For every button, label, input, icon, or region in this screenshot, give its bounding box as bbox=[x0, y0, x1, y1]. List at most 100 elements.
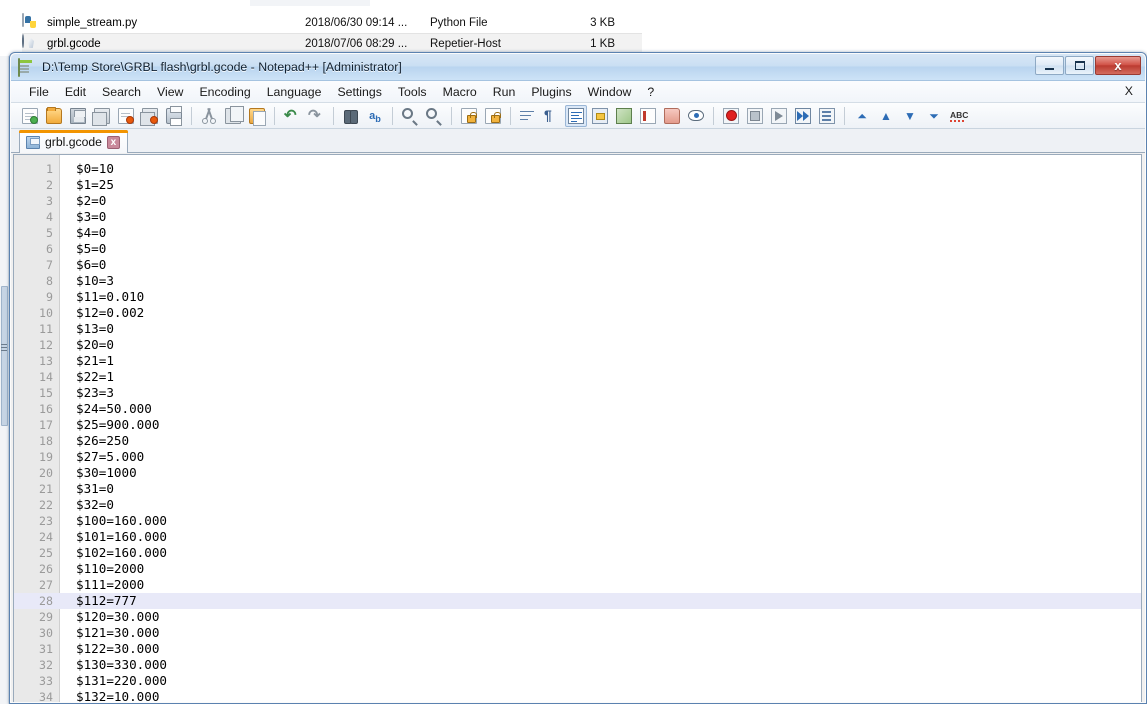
sync-vertical-scroll-icon[interactable] bbox=[458, 105, 480, 127]
show-all-characters-icon[interactable]: ¶ bbox=[541, 105, 563, 127]
zoom-in-icon[interactable] bbox=[399, 105, 421, 127]
folder-as-workspace-icon[interactable] bbox=[661, 105, 683, 127]
menu-item-edit[interactable]: Edit bbox=[57, 83, 94, 101]
new-file-icon[interactable] bbox=[19, 105, 41, 127]
close-file-icon[interactable] bbox=[115, 105, 137, 127]
indent-guide-icon[interactable] bbox=[565, 104, 587, 127]
function-list-icon[interactable] bbox=[637, 105, 659, 127]
run-multiple-times-icon[interactable] bbox=[792, 105, 814, 127]
background-window-scrollbar[interactable] bbox=[0, 56, 9, 704]
code-line[interactable]: 12 $20=0 bbox=[14, 337, 1141, 353]
menu-item-run[interactable]: Run bbox=[485, 83, 524, 101]
save-all-icon[interactable] bbox=[91, 105, 113, 127]
list-item[interactable]: simple_stream.py 2018/06/30 09:14 ... Py… bbox=[22, 12, 642, 33]
code-line[interactable]: 6 $5=0 bbox=[14, 241, 1141, 257]
user-defined-language-icon[interactable] bbox=[589, 105, 611, 127]
menu-item-language[interactable]: Language bbox=[259, 83, 330, 101]
save-icon[interactable] bbox=[67, 105, 89, 127]
word-wrap-icon[interactable] bbox=[517, 105, 539, 127]
code-line[interactable]: 13 $21=1 bbox=[14, 353, 1141, 369]
collapse-level-icon[interactable]: ▲ bbox=[875, 105, 897, 127]
menu-item-view[interactable]: View bbox=[149, 83, 191, 101]
code-line[interactable]: 32 $130=330.000 bbox=[14, 657, 1141, 673]
print-icon[interactable] bbox=[163, 105, 185, 127]
title-bar[interactable]: D:\Temp Store\GRBL flash\grbl.gcode - No… bbox=[11, 54, 1145, 81]
code-line[interactable]: 16 $24=50.000 bbox=[14, 401, 1141, 417]
code-line[interactable]: 7 $6=0 bbox=[14, 257, 1141, 273]
save-macro-icon[interactable] bbox=[816, 105, 838, 127]
menu-item-tools[interactable]: Tools bbox=[390, 83, 435, 101]
menu-item-window[interactable]: Window bbox=[580, 83, 640, 101]
code-line[interactable]: 27 $111=2000 bbox=[14, 577, 1141, 593]
menu-item-settings[interactable]: Settings bbox=[329, 83, 389, 101]
tab-close-icon[interactable]: x bbox=[106, 135, 120, 149]
code-line[interactable]: 31 $122=30.000 bbox=[14, 641, 1141, 657]
code-line[interactable]: 24 $101=160.000 bbox=[14, 529, 1141, 545]
code-line[interactable]: 17 $25=900.000 bbox=[14, 417, 1141, 433]
close-document-button[interactable]: X bbox=[1125, 84, 1133, 98]
code-line[interactable]: 14 $22=1 bbox=[14, 369, 1141, 385]
menu-item-macro[interactable]: Macro bbox=[435, 83, 485, 101]
menu-item-plugins[interactable]: Plugins bbox=[523, 83, 579, 101]
code-line[interactable]: 28 $112=777 bbox=[14, 593, 1141, 609]
close-all-files-icon[interactable] bbox=[139, 105, 161, 127]
menu-item-help[interactable]: ? bbox=[639, 83, 662, 101]
code-area[interactable]: 1 $0=10 2 $1=25 3 $2=0 4 $3=0 5 $4=0 6 $5=0 7 $6=0 8 $1… bbox=[14, 155, 1141, 702]
code-line[interactable]: 9 $11=0.010 bbox=[14, 289, 1141, 305]
code-line[interactable]: 34 $132=10.000 bbox=[14, 689, 1141, 702]
undo-icon[interactable]: ↶ bbox=[281, 105, 303, 127]
toolbar: ↶ ↷ ab ¶ ⏶ ▲ ▼ ⏷ ABC bbox=[11, 103, 1145, 129]
code-editor[interactable]: 1 $0=10 2 $1=25 3 $2=0 4 $3=0 5 $4=0 6 $5=0 7 $6=0 8 $1… bbox=[13, 154, 1142, 702]
sync-horizontal-scroll-icon[interactable] bbox=[482, 105, 504, 127]
code-line[interactable]: 30 $121=30.000 bbox=[14, 625, 1141, 641]
line-number: 31 bbox=[39, 642, 53, 656]
replace-icon[interactable]: ab bbox=[364, 105, 386, 127]
code-line[interactable]: 29 $120=30.000 bbox=[14, 609, 1141, 625]
zoom-out-icon[interactable] bbox=[423, 105, 445, 127]
code-line[interactable]: 18 $26=250 bbox=[14, 433, 1141, 449]
expand-all-icon[interactable]: ⏷ bbox=[923, 105, 945, 127]
list-item[interactable]: grbl.gcode 2018/07/06 08:29 ... Repetier… bbox=[22, 33, 642, 54]
menu-item-encoding[interactable]: Encoding bbox=[191, 83, 258, 101]
code-line[interactable]: 11 $13=0 bbox=[14, 321, 1141, 337]
code-line[interactable]: 20 $30=1000 bbox=[14, 465, 1141, 481]
code-line[interactable]: 1 $0=10 bbox=[14, 161, 1141, 177]
minimize-button[interactable] bbox=[1035, 56, 1064, 75]
expand-level-icon[interactable]: ▼ bbox=[899, 105, 921, 127]
close-button[interactable]: x bbox=[1095, 56, 1141, 75]
code-line[interactable]: 3 $2=0 bbox=[14, 193, 1141, 209]
scrollbar-thumb[interactable] bbox=[1, 286, 8, 426]
spell-check-icon[interactable]: ABC bbox=[947, 105, 969, 127]
cut-icon[interactable] bbox=[198, 105, 220, 127]
code-line[interactable]: 25 $102=160.000 bbox=[14, 545, 1141, 561]
code-line[interactable]: 26 $110=2000 bbox=[14, 561, 1141, 577]
code-line[interactable]: 2 $1=25 bbox=[14, 177, 1141, 193]
code-line[interactable]: 33 $131=220.000 bbox=[14, 673, 1141, 689]
code-line[interactable]: 21 $31=0 bbox=[14, 481, 1141, 497]
line-text: $111=2000 bbox=[76, 577, 145, 592]
code-line[interactable]: 8 $10=3 bbox=[14, 273, 1141, 289]
code-line[interactable]: 5 $4=0 bbox=[14, 225, 1141, 241]
redo-icon[interactable]: ↷ bbox=[305, 105, 327, 127]
code-line[interactable]: 4 $3=0 bbox=[14, 209, 1141, 225]
tab-grbl-gcode[interactable]: grbl.gcode x bbox=[19, 130, 128, 153]
code-line[interactable]: 23 $100=160.000 bbox=[14, 513, 1141, 529]
start-recording-icon[interactable] bbox=[720, 105, 742, 127]
playback-icon[interactable] bbox=[768, 105, 790, 127]
maximize-button[interactable] bbox=[1065, 56, 1094, 75]
code-line[interactable]: 19 $27=5.000 bbox=[14, 449, 1141, 465]
copy-icon[interactable] bbox=[222, 105, 244, 127]
stop-recording-icon[interactable] bbox=[744, 105, 766, 127]
toolbar-separator bbox=[844, 106, 845, 125]
menu-item-file[interactable]: File bbox=[21, 83, 57, 101]
code-line[interactable]: 22 $32=0 bbox=[14, 497, 1141, 513]
monitoring-icon[interactable] bbox=[685, 105, 707, 127]
code-line[interactable]: 15 $23=3 bbox=[14, 385, 1141, 401]
menu-item-search[interactable]: Search bbox=[94, 83, 149, 101]
paste-icon[interactable] bbox=[246, 105, 268, 127]
open-file-icon[interactable] bbox=[43, 105, 65, 127]
show-document-map-icon[interactable] bbox=[613, 105, 635, 127]
code-line[interactable]: 10 $12=0.002 bbox=[14, 305, 1141, 321]
find-icon[interactable] bbox=[340, 105, 362, 127]
collapse-all-icon[interactable]: ⏶ bbox=[851, 105, 873, 127]
